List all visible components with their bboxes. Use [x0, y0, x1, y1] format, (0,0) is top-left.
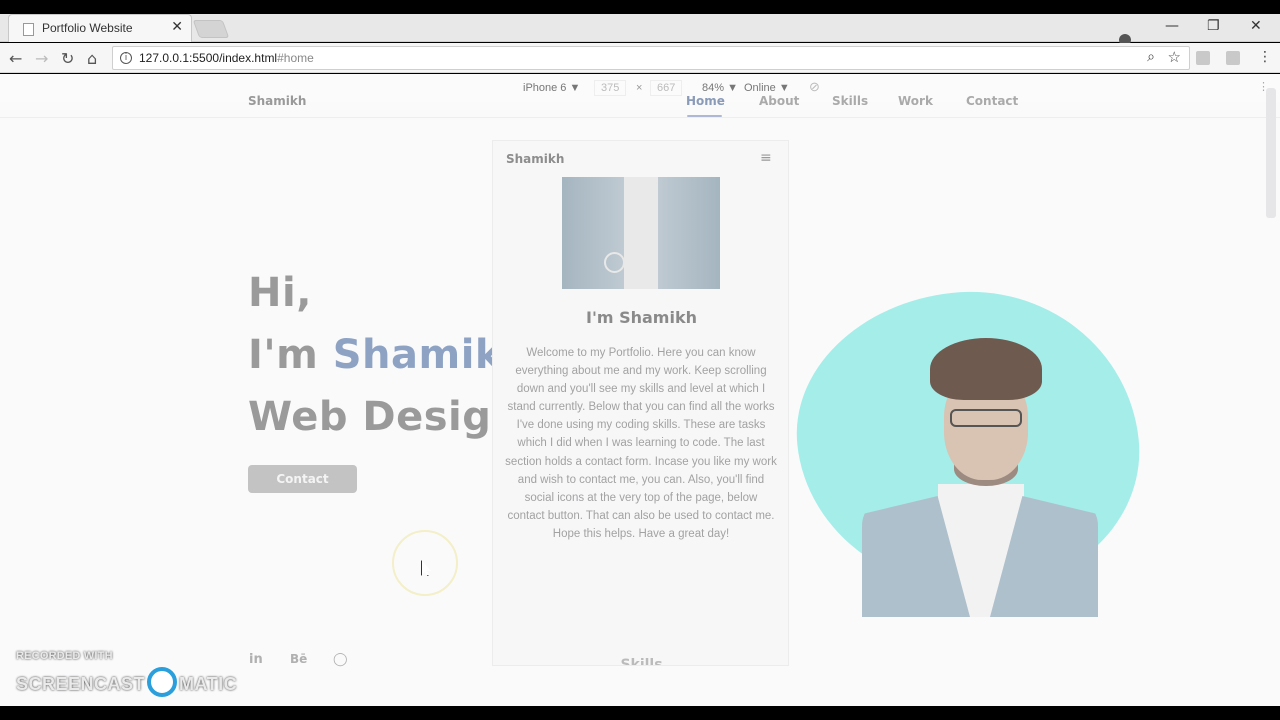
mobile-preview: Shamikh ≡ I'm Shamikh Welcome to my Port… [492, 140, 789, 666]
nav-link-skills[interactable]: Skills [832, 94, 868, 108]
tab-close-icon[interactable]: ✕ [171, 19, 183, 35]
site-logo[interactable]: Shamikh [248, 94, 306, 108]
back-arrow-icon[interactable]: ← [9, 49, 22, 68]
screen-top-border [0, 0, 1280, 14]
window-close-button[interactable]: ✕ [1250, 18, 1262, 34]
address-bar[interactable]: i 127.0.0.1:5500/index.html#home ⌕ ☆ [112, 46, 1190, 70]
watermark-logo: SCREENCAST MATIC [16, 667, 237, 700]
hamburger-menu-icon[interactable]: ≡ [760, 150, 772, 166]
zoom-magnifier-icon[interactable]: ⌕ [1147, 49, 1155, 65]
home-icon[interactable]: ⌂ [87, 49, 97, 68]
click-highlight [392, 530, 458, 596]
maximize-button[interactable]: ❐ [1207, 18, 1220, 34]
new-tab-button[interactable] [192, 20, 230, 38]
touch-indicator [604, 252, 625, 273]
bookmark-star-icon[interactable]: ☆ [1168, 48, 1181, 66]
nav-link-work[interactable]: Work [898, 94, 933, 108]
screen-bottom-border [0, 706, 1280, 720]
github-icon[interactable]: ◯ [333, 652, 348, 667]
site-info-icon[interactable]: i [120, 52, 132, 64]
mobile-logo[interactable]: Shamikh [506, 152, 564, 166]
mobile-profile-photo [562, 177, 720, 289]
extension-icon[interactable] [1196, 51, 1210, 65]
browser-menu-icon[interactable]: ⋮ [1258, 49, 1272, 65]
hero-name-line: I'm Shamikh [248, 332, 531, 378]
minimize-button[interactable]: — [1165, 18, 1179, 34]
recording-watermark: RECORDED WITH SCREENCAST MATIC [16, 650, 237, 697]
hero-greeting: Hi, [248, 270, 312, 316]
page-scrollbar[interactable] [1266, 88, 1276, 218]
behance-icon[interactable]: Bē [290, 652, 307, 666]
page-icon [23, 23, 34, 36]
site-header: Shamikh Home About Skills Work Contact [0, 92, 1280, 118]
reload-icon[interactable]: ↻ [61, 49, 74, 68]
extension-icon[interactable] [1226, 51, 1240, 65]
browser-tabstrip: Portfolio Website ✕ — ❐ ✕ [0, 14, 1280, 46]
mobile-skills-heading: Skills [620, 657, 663, 666]
nav-link-about[interactable]: About [759, 94, 799, 108]
tab-title: Portfolio Website [42, 21, 133, 35]
watermark-caption: RECORDED WITH [16, 650, 113, 662]
profile-photo [862, 334, 1098, 617]
linkedin-icon[interactable]: in [249, 652, 263, 667]
page-viewport: iPhone 6 ▼ 375 × 667 84% ▼ Online ▼ ⊘ ⋮ … [0, 74, 1280, 706]
url-text: 127.0.0.1:5500/index.html#home [139, 51, 314, 65]
browser-toolbar: ← → ↻ ⌂ i 127.0.0.1:5500/index.html#home… [0, 43, 1280, 73]
screencast-logo-icon [147, 667, 178, 697]
nav-link-home[interactable]: Home [686, 94, 725, 108]
mobile-intro-text: Welcome to my Portfolio. Here you can kn… [505, 347, 777, 540]
nav-link-contact[interactable]: Contact [966, 94, 1018, 108]
active-nav-indicator [687, 115, 722, 117]
forward-arrow-icon[interactable]: → [35, 49, 48, 68]
contact-button[interactable]: Contact [248, 465, 357, 493]
browser-tab[interactable]: Portfolio Website ✕ [8, 14, 192, 42]
mobile-heading: I'm Shamikh [586, 308, 697, 327]
